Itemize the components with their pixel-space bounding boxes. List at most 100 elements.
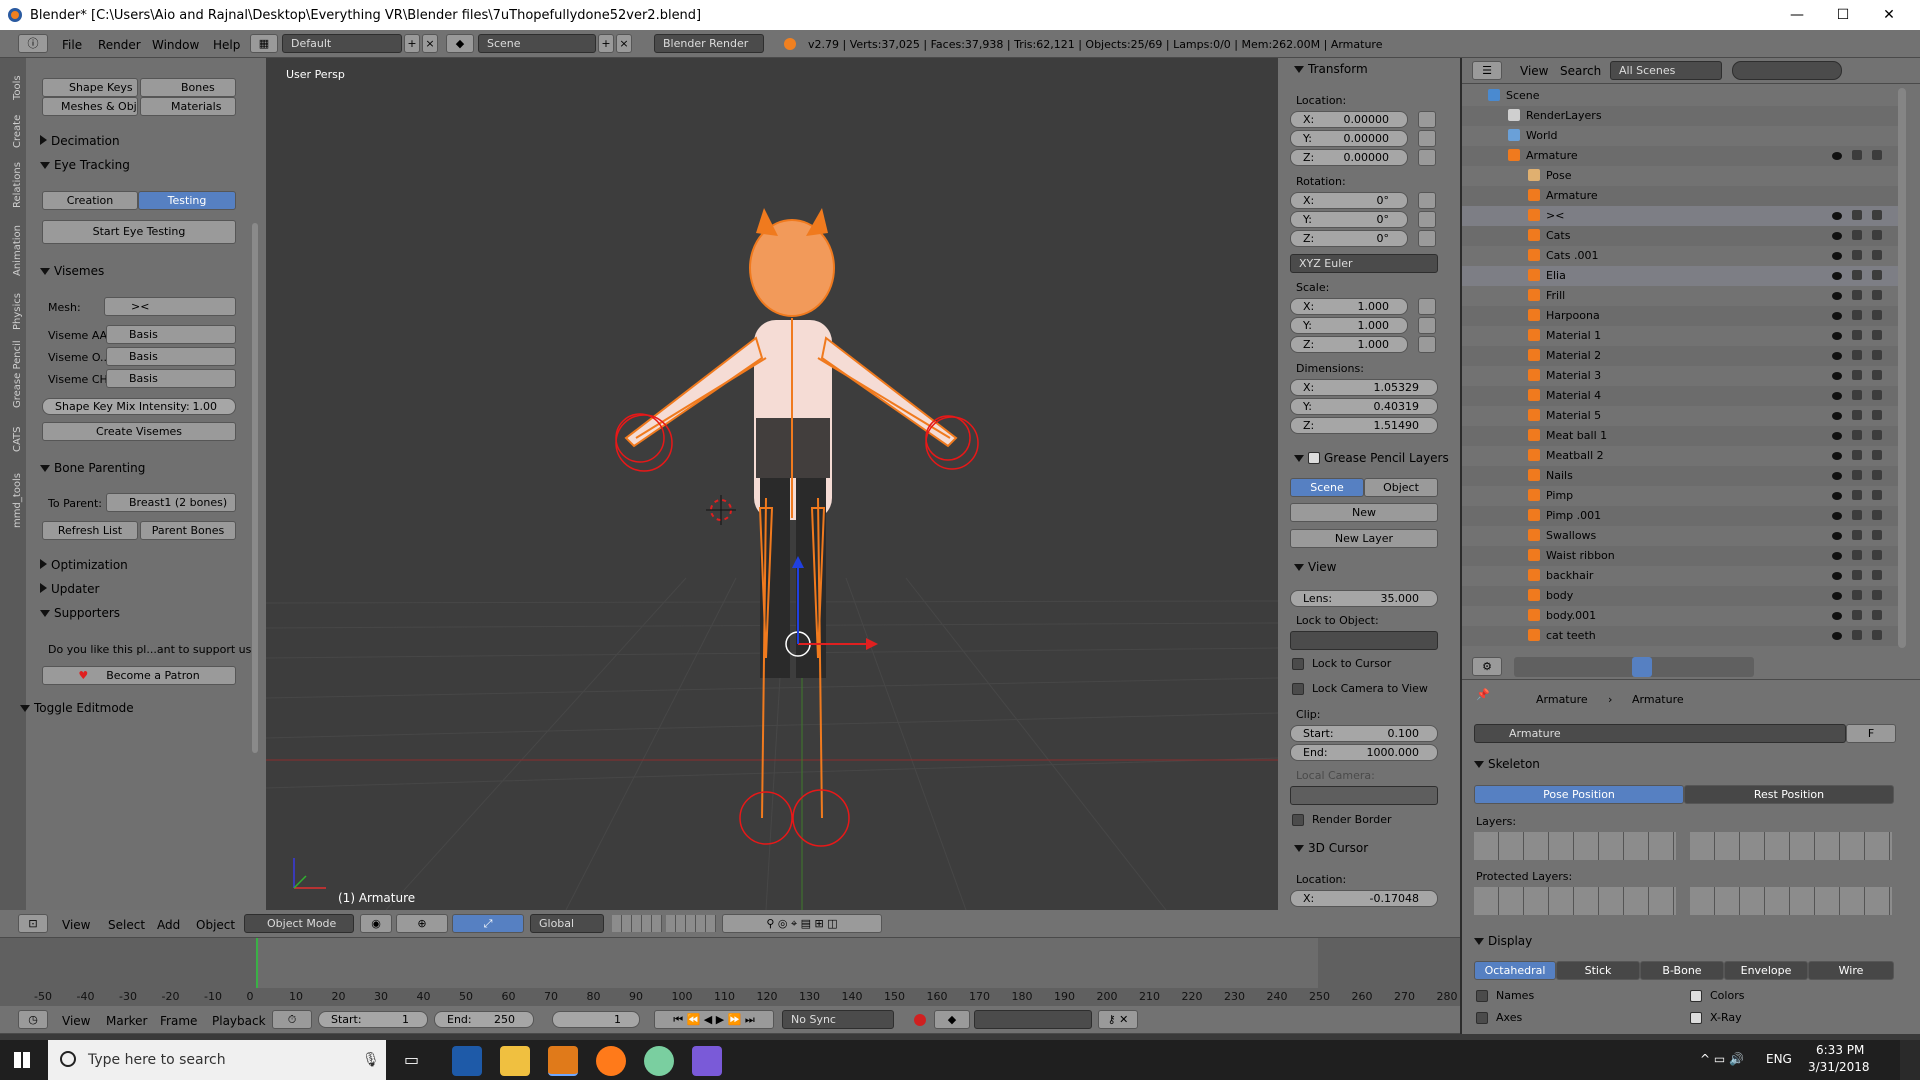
outliner-row[interactable]: Material 2 [1462, 346, 1902, 366]
renderability-icon[interactable] [1872, 590, 1882, 600]
outliner-row[interactable]: Armature [1462, 186, 1902, 206]
discord-icon[interactable] [692, 1046, 722, 1076]
shading-select-icon[interactable]: ◉ [360, 914, 392, 933]
renderability-icon[interactable] [1872, 270, 1882, 280]
visemes-panel[interactable]: Visemes [40, 264, 104, 278]
pin-icon[interactable]: 📌 [1476, 688, 1490, 701]
timeline-menu-view[interactable]: View [62, 1014, 90, 1028]
remove-layout-icon[interactable]: × [422, 34, 438, 53]
outliner-view-menu[interactable]: View [1520, 64, 1548, 78]
visibility-eye-icon[interactable] [1832, 552, 1842, 560]
outliner-row[interactable]: Material 1 [1462, 326, 1902, 346]
selectability-icon[interactable] [1852, 510, 1862, 520]
outliner-row[interactable]: Armature [1462, 146, 1902, 166]
scene-layers-grid-1[interactable] [612, 915, 662, 932]
renderability-icon[interactable] [1872, 330, 1882, 340]
selectability-icon[interactable] [1852, 550, 1862, 560]
outliner-row[interactable]: Harpoona [1462, 306, 1902, 326]
task-view-icon[interactable]: ▭ [404, 1050, 419, 1069]
display-envelope-button[interactable]: Envelope [1724, 961, 1808, 980]
firefox-icon[interactable] [596, 1046, 626, 1076]
timeline-editor-icon[interactable]: ◷ [18, 1010, 48, 1029]
properties-editor-icon[interactable]: ⚙ [1472, 657, 1502, 676]
selectability-icon[interactable] [1852, 310, 1862, 320]
tab-grease-pencil[interactable]: Grease Pencil [12, 340, 23, 408]
mode-select[interactable]: Object Mode [244, 914, 354, 933]
lock-to-cursor-checkbox[interactable] [1292, 658, 1304, 670]
visibility-eye-icon[interactable] [1832, 292, 1842, 300]
renderability-icon[interactable] [1872, 150, 1882, 160]
render-engine-select[interactable]: Blender Render [654, 34, 764, 53]
visibility-eye-icon[interactable] [1832, 632, 1842, 640]
selectability-icon[interactable] [1852, 390, 1862, 400]
selectability-icon[interactable] [1852, 530, 1862, 540]
fake-user-button[interactable]: F [1846, 724, 1896, 743]
gp-object-tab[interactable]: Object [1364, 478, 1438, 497]
menu-add[interactable]: Add [157, 918, 180, 932]
playback-controls[interactable]: ⏮ ⏪ ◀ ▶ ⏩ ⏭ [654, 1010, 774, 1029]
menu-file[interactable]: File [62, 38, 82, 52]
visibility-eye-icon[interactable] [1832, 532, 1842, 540]
eye-tracking-panel[interactable]: Eye Tracking [40, 158, 130, 172]
outliner-row[interactable]: Material 5 [1462, 406, 1902, 426]
visibility-eye-icon[interactable] [1832, 152, 1842, 160]
visibility-eye-icon[interactable] [1832, 232, 1842, 240]
visibility-eye-icon[interactable] [1832, 252, 1842, 260]
selectability-icon[interactable] [1852, 250, 1862, 260]
keying-set-field[interactable] [974, 1010, 1092, 1029]
outliner-search-menu[interactable]: Search [1560, 64, 1601, 78]
selectability-icon[interactable] [1852, 210, 1862, 220]
add-scene-icon[interactable]: + [598, 34, 614, 53]
decimation-panel[interactable]: Decimation [40, 134, 120, 148]
keying-icon[interactable]: ◆ [934, 1010, 970, 1029]
visibility-eye-icon[interactable] [1832, 212, 1842, 220]
bones-button[interactable]: Bones [140, 78, 236, 97]
visibility-eye-icon[interactable] [1832, 452, 1842, 460]
visibility-eye-icon[interactable] [1832, 372, 1842, 380]
lock-scale-y-icon[interactable] [1418, 317, 1436, 334]
meshes-button[interactable]: Meshes & Obj... [42, 97, 138, 116]
outliner-row[interactable]: Frill [1462, 286, 1902, 306]
colors-checkbox[interactable] [1690, 990, 1702, 1002]
3d-cursor-panel[interactable]: 3D Cursor [1294, 841, 1368, 855]
renderability-icon[interactable] [1872, 530, 1882, 540]
menu-help[interactable]: Help [213, 38, 240, 52]
visibility-eye-icon[interactable] [1832, 492, 1842, 500]
current-frame-indicator[interactable] [256, 938, 258, 990]
location-x-field[interactable]: X: 0.00000 [1290, 111, 1408, 128]
cursor-x-field[interactable]: X: -0.17048 [1290, 890, 1438, 907]
lock-scale-x-icon[interactable] [1418, 298, 1436, 315]
layout-select[interactable]: Default [282, 34, 402, 53]
bone-layers-grid-right[interactable] [1690, 832, 1892, 860]
renderability-icon[interactable] [1872, 410, 1882, 420]
outliner-row[interactable]: Elia [1462, 266, 1902, 286]
visibility-eye-icon[interactable] [1832, 572, 1842, 580]
outliner-row[interactable]: Cats .001 [1462, 246, 1902, 266]
bone-layers-grid-left[interactable] [1474, 832, 1676, 860]
end-frame-field[interactable]: End: 250 [434, 1011, 534, 1028]
timeline-menu-marker[interactable]: Marker [106, 1014, 147, 1028]
scale-y-field[interactable]: Y: 1.000 [1290, 317, 1408, 334]
rotation-x-field[interactable]: X: 0° [1290, 192, 1408, 209]
viseme-aa-select[interactable]: Basis [106, 325, 236, 344]
add-layout-icon[interactable]: + [404, 34, 420, 53]
pivot-select-icon[interactable]: ⊕ [396, 914, 448, 933]
renderability-icon[interactable] [1872, 490, 1882, 500]
selectability-icon[interactable] [1852, 610, 1862, 620]
language-indicator[interactable]: ENG [1766, 1052, 1792, 1066]
armature-datablock-field[interactable]: Armature [1474, 724, 1846, 743]
supporters-panel[interactable]: Supporters [40, 606, 120, 620]
viseme-ch-select[interactable]: Basis [106, 369, 236, 388]
outliner-scrollbar[interactable] [1898, 88, 1906, 648]
menu-view[interactable]: View [62, 918, 90, 932]
lock-scale-z-icon[interactable] [1418, 336, 1436, 353]
start-eye-testing-button[interactable]: Start Eye Testing [42, 220, 236, 244]
lock-location-y-icon[interactable] [1418, 130, 1436, 147]
menu-select[interactable]: Select [108, 918, 145, 932]
outliner-row[interactable]: Meatball 2 [1462, 446, 1902, 466]
clock-time[interactable]: 6:33 PM [1816, 1043, 1864, 1057]
creation-tab[interactable]: Creation [42, 191, 138, 210]
grease-pencil-checkbox[interactable] [1308, 452, 1320, 464]
create-visemes-button[interactable]: Create Visemes [42, 422, 236, 441]
microphone-icon[interactable]: 🎙 [362, 1052, 380, 1068]
